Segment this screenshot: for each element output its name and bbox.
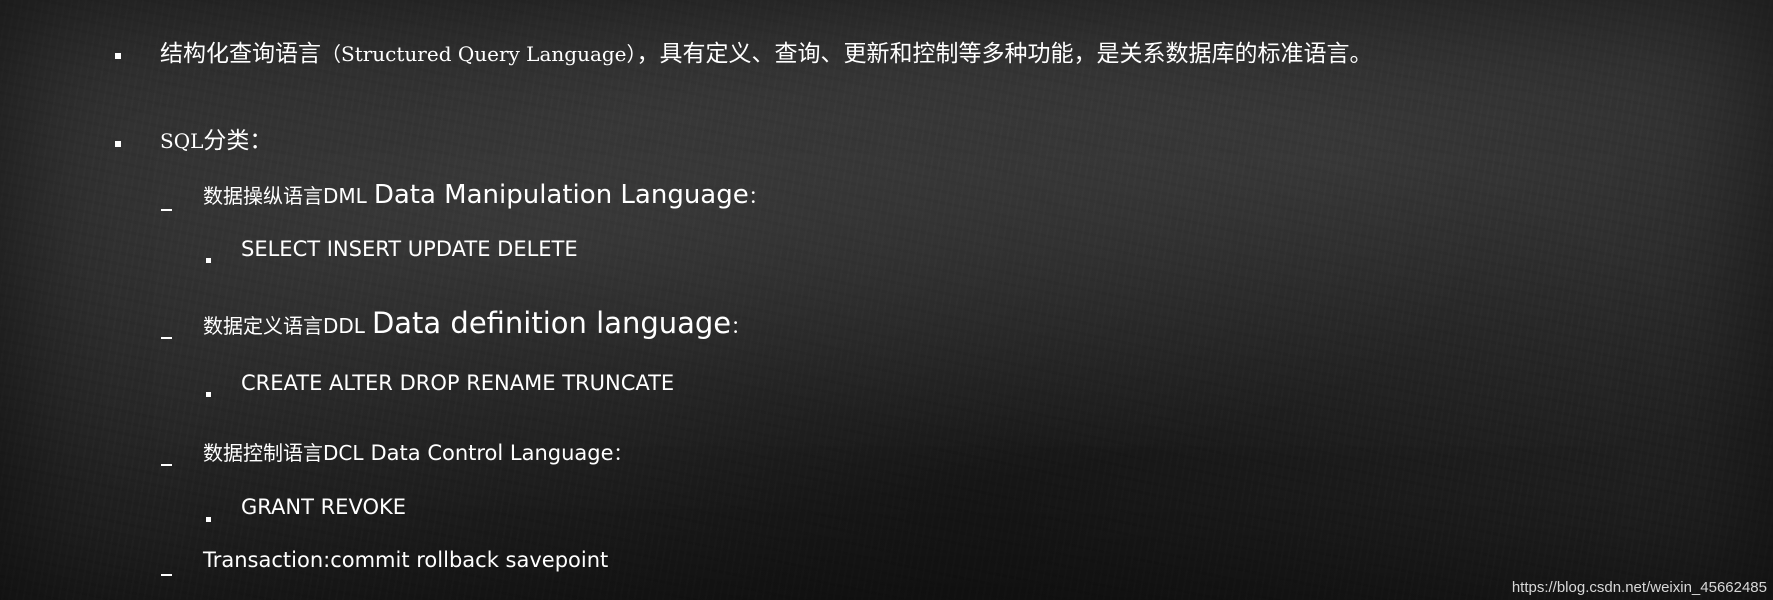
dcl-en: Data Control Language	[370, 441, 614, 465]
bullet-square-small-icon	[206, 248, 211, 267]
ddl-line: 数据定义语言DDL Data definition language：	[203, 306, 749, 340]
watermark-url: https://blog.csdn.net/weixin_45662485	[1511, 579, 1767, 596]
dcl-cn: 数据控制语言DCL	[203, 441, 364, 465]
bullet-square-small-icon	[206, 507, 211, 526]
bullet-square-small-icon	[206, 382, 211, 401]
intro-prefix: 结构化查询语言	[160, 41, 321, 67]
intro-line: 结构化查询语言（Structured Query Language），具有定义、…	[160, 34, 1373, 68]
dash-icon	[161, 324, 172, 343]
sql-category-text: 分类：	[203, 128, 273, 154]
dcl-items: GRANT REVOKE	[241, 495, 407, 519]
dml-line: 数据操纵语言DML Data Manipulation Language：	[203, 180, 767, 210]
dash-icon	[161, 561, 172, 580]
dcl-line: 数据控制语言DCL Data Control Language：	[203, 437, 632, 466]
ddl-items: CREATE ALTER DROP RENAME TRUNCATE	[241, 371, 675, 395]
dml-colon: ：	[748, 187, 767, 208]
ddl-cn: 数据定义语言DDL	[203, 314, 365, 338]
bullet-square-icon	[115, 132, 121, 151]
bullet-square-icon	[115, 44, 121, 63]
sql-label: SQL	[160, 129, 204, 153]
slide-content: 结构化查询语言（Structured Query Language），具有定义、…	[0, 0, 1773, 600]
dash-icon	[161, 196, 172, 215]
dash-icon	[161, 451, 172, 470]
dml-cn: 数据操纵语言DML	[203, 184, 367, 208]
transaction-line: Transaction:commit rollback savepoint	[203, 548, 609, 572]
ddl-colon: ：	[731, 317, 750, 338]
dcl-colon: ：	[613, 444, 632, 465]
intro-paren: （Structured Query Language）	[321, 42, 637, 66]
dml-en: Data Manipulation Language	[373, 180, 749, 210]
sql-category-line: SQL分类：	[160, 121, 272, 155]
dml-items: SELECT INSERT UPDATE DELETE	[241, 237, 578, 261]
ddl-en: Data definition language	[371, 306, 732, 340]
intro-suffix: ，具有定义、查询、更新和控制等多种功能，是关系数据库的标准语言。	[636, 41, 1373, 67]
